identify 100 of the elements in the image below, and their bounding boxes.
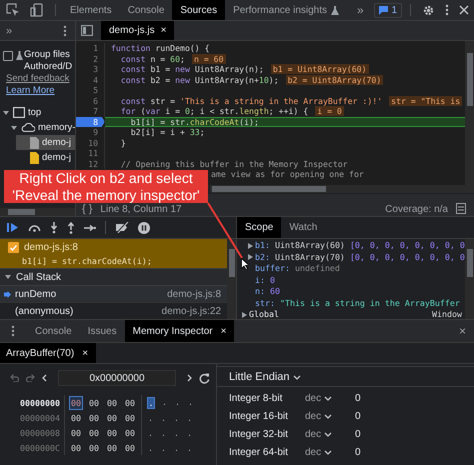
line-number[interactable]: 3 — [76, 64, 105, 74]
scrollbar-thumb[interactable] — [8, 209, 35, 215]
tab[interactable]: Watch — [281, 217, 326, 238]
scope-entry[interactable]: n: 60 — [237, 286, 465, 298]
close-button[interactable]: × — [458, 320, 474, 342]
format-button[interactable]: { } — [82, 203, 92, 215]
byte-cell[interactable]: 00 — [69, 410, 83, 424]
line-number[interactable]: 10 — [76, 138, 105, 148]
scope-entry[interactable]: b2: Uint8Array(70) [0, 0, 0, 0, 0, 0, 0, 0 — [237, 252, 465, 263]
byte-cell[interactable]: 00 — [123, 396, 137, 410]
sidebar-toggle-icon[interactable] — [81, 25, 93, 36]
menu-icon[interactable] — [445, 4, 449, 16]
breakpoint-item[interactable]: demo-js.js:8 b1[i] = str.charCodeAt(i); — [0, 239, 227, 268]
line-number[interactable]: 1 — [76, 43, 105, 54]
scrollbar[interactable] — [210, 185, 474, 193]
char-cell[interactable]: . — [173, 428, 180, 438]
scrollbar-thumb[interactable] — [228, 249, 234, 277]
refresh-icon[interactable] — [199, 372, 210, 384]
scope-entry[interactable]: str: "This is a string in the ArrayBuffer — [237, 298, 465, 309]
buffer-tab[interactable]: ArrayBuffer(70) × — [0, 343, 96, 363]
step-into-icon[interactable] — [50, 222, 58, 234]
scope-entry[interactable]: b1: Uint8Array(60) [0, 0, 0, 0, 0, 0, 0, 0 — [237, 240, 465, 252]
byte-cell[interactable]: 00 — [123, 410, 137, 424]
panel-tab[interactable]: Console — [120, 0, 172, 20]
drawer-tab[interactable]: Issues — [80, 320, 125, 342]
drawer-tab[interactable]: Memory Inspector × — [124, 320, 234, 342]
line-number[interactable]: 2 — [76, 54, 105, 64]
byte-cell[interactable]: 00 — [87, 440, 101, 454]
byte-cell[interactable]: 00 — [123, 440, 137, 454]
coverage-icon[interactable] — [456, 203, 466, 214]
close-tab-button[interactable]: × — [160, 25, 166, 36]
format-dropdown[interactable]: dec — [305, 428, 355, 440]
line-number[interactable]: 6 — [76, 96, 105, 106]
char-cell[interactable]: . — [173, 442, 180, 452]
format-dropdown[interactable]: dec — [305, 446, 355, 458]
char-cell[interactable]: . — [160, 442, 167, 452]
close-tab-button[interactable]: × — [220, 326, 226, 336]
char-cell[interactable]: . — [160, 428, 167, 438]
char-cell[interactable]: . — [186, 428, 193, 438]
panel-tab[interactable]: Sources — [172, 0, 226, 20]
tree-item[interactable]: memory- — [8, 120, 75, 135]
link[interactable]: Learn More — [0, 85, 75, 97]
address-field[interactable]: 0x00000000 — [58, 370, 176, 386]
close-tab-button[interactable]: × — [82, 348, 88, 358]
byte-cell[interactable]: 00 — [123, 426, 137, 440]
chevron-left-icon[interactable] — [42, 374, 47, 382]
byte-cell[interactable]: 00 — [69, 426, 83, 440]
scrollbar-thumb[interactable] — [466, 249, 472, 277]
issues-button[interactable]: 1 — [374, 2, 402, 18]
close-icon[interactable] — [459, 5, 469, 15]
settings-icon[interactable] — [422, 4, 435, 16]
byte-cell[interactable]: 00 — [105, 440, 119, 454]
deactivate-breakpoints-icon[interactable] — [115, 222, 129, 233]
char-cell[interactable]: . — [147, 428, 154, 438]
chevron-right-icon[interactable] — [187, 374, 192, 382]
byte-cell[interactable]: 00 — [87, 410, 101, 424]
tree-item[interactable]: demo-j — [16, 150, 75, 165]
redo-icon[interactable] — [26, 374, 35, 382]
checkbox[interactable] — [3, 51, 13, 61]
format-dropdown[interactable]: dec — [305, 392, 355, 404]
char-cell[interactable]: . — [147, 396, 155, 408]
line-number[interactable]: 12 — [76, 158, 105, 169]
scope-entry[interactable]: Global Window — [237, 309, 465, 319]
menu-icon[interactable] — [63, 24, 67, 36]
panel-tab[interactable]: Performance insights — [225, 0, 348, 20]
char-cell[interactable]: . — [147, 412, 154, 422]
endianness-dropdown[interactable]: Little Endian — [217, 366, 474, 387]
scrollbar-thumb[interactable] — [212, 186, 326, 192]
more-button[interactable]: » — [6, 24, 12, 36]
link[interactable]: Send feedback — [0, 73, 75, 85]
scrollbar[interactable] — [227, 239, 236, 319]
step-out-icon[interactable] — [67, 222, 75, 234]
scrollbar[interactable] — [465, 41, 474, 185]
checkbox[interactable] — [8, 242, 19, 253]
byte-cell[interactable]: 00 — [69, 396, 83, 410]
step-icon[interactable] — [84, 224, 96, 232]
char-cell[interactable]: . — [187, 396, 194, 408]
resume-icon[interactable] — [7, 222, 19, 233]
tab[interactable]: Scope — [237, 217, 282, 238]
line-number[interactable]: 4 — [76, 74, 105, 85]
line-number[interactable]: 9 — [76, 127, 105, 138]
byte-cell[interactable]: 00 — [87, 396, 101, 410]
byte-cell[interactable]: 00 — [105, 410, 119, 424]
char-cell[interactable]: . — [161, 396, 168, 408]
more-tabs-button[interactable]: » — [347, 0, 374, 20]
char-cell[interactable]: . — [160, 412, 167, 422]
call-frame[interactable]: runDemo demo-js.js:8 — [0, 286, 227, 303]
step-over-icon[interactable] — [28, 223, 41, 232]
byte-cell[interactable]: 00 — [105, 426, 119, 440]
file-tab[interactable]: demo-js.js × — [101, 21, 174, 40]
byte-cell[interactable]: 00 — [87, 426, 101, 440]
char-cell[interactable]: . — [174, 396, 181, 408]
char-cell[interactable]: . — [147, 442, 154, 452]
section-header[interactable]: Call Stack — [0, 268, 227, 286]
byte-cell[interactable]: 00 — [69, 440, 83, 454]
panel-tab[interactable]: Elements — [62, 0, 120, 20]
undo-icon[interactable] — [10, 374, 19, 382]
scope-entry[interactable]: i: 0 — [237, 274, 465, 286]
scope-entry[interactable]: buffer: undefined — [237, 263, 465, 274]
char-cell[interactable]: . — [186, 412, 193, 422]
